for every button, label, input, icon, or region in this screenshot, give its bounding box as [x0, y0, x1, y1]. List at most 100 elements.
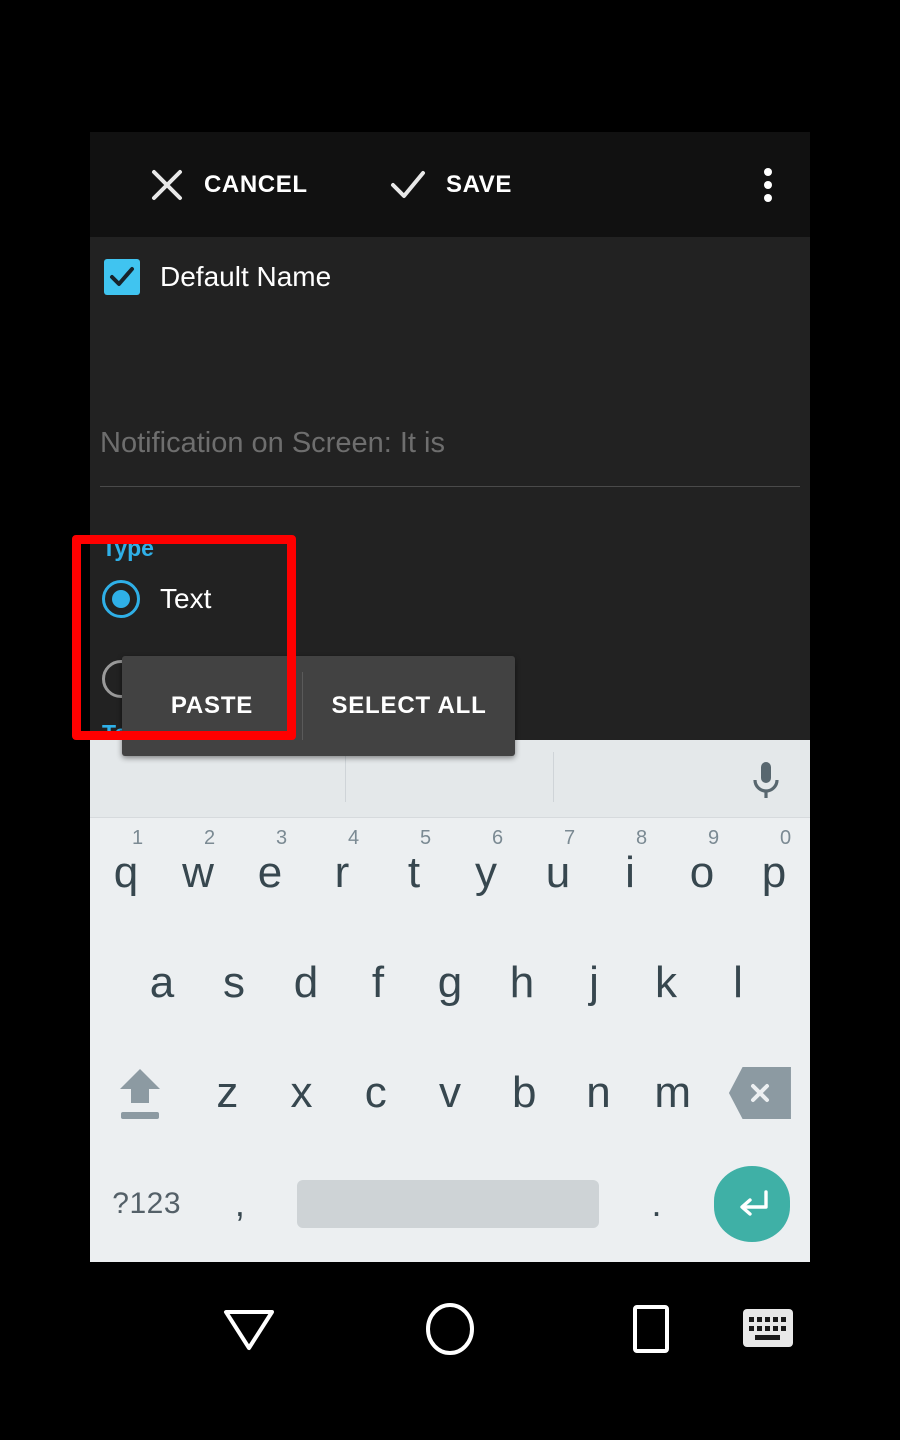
on-screen-keyboard: 1q 2w 3e 4r 5t 6y 7u 8i 9o 0p a s d f g …	[90, 740, 810, 1262]
key-hint: 9	[708, 827, 720, 849]
key-label: e	[257, 848, 283, 897]
home-circle-icon[interactable]	[420, 1302, 480, 1361]
key-z[interactable]: z	[190, 1038, 264, 1148]
suggestion-divider	[553, 752, 554, 802]
key-label: k	[655, 958, 677, 1007]
key-hint: 2	[204, 827, 216, 849]
key-f[interactable]: f	[342, 928, 414, 1038]
key-w[interactable]: 2w	[162, 818, 234, 928]
period-key[interactable]: .	[620, 1148, 693, 1260]
key-y[interactable]: 6y	[450, 818, 522, 928]
status-bar: LTE 5:30	[0, 70, 900, 194]
key-label: f	[371, 958, 385, 1007]
symbols-key[interactable]: ?123	[90, 1148, 203, 1260]
key-label: r	[334, 848, 350, 897]
key-label: j	[589, 958, 599, 1007]
key-i[interactable]: 8i	[594, 818, 666, 928]
key-label: m	[654, 1068, 692, 1117]
name-field[interactable]: Notification on Screen: It is	[100, 427, 800, 487]
enter-key[interactable]	[693, 1148, 810, 1260]
keyboard-row-3: z x c v b n m	[90, 1038, 810, 1148]
default-name-checkbox-row[interactable]: Default Name	[104, 259, 331, 295]
key-label: x	[290, 1068, 313, 1117]
radio-text-label: Text	[160, 583, 212, 614]
key-n[interactable]: n	[561, 1038, 635, 1148]
name-field-underline	[100, 486, 800, 487]
radio-text-indicator[interactable]	[102, 580, 140, 618]
key-label: u	[545, 848, 571, 897]
period-label: .	[651, 1183, 662, 1224]
key-t[interactable]: 5t	[378, 818, 450, 928]
key-hint: 6	[492, 827, 504, 849]
key-a[interactable]: a	[126, 928, 198, 1038]
key-m[interactable]: m	[636, 1038, 710, 1148]
backspace-delete-icon	[728, 1067, 791, 1119]
key-u[interactable]: 7u	[522, 818, 594, 928]
key-x[interactable]: x	[264, 1038, 338, 1148]
close-x-icon	[150, 168, 184, 202]
hide-keyboard-down-icon[interactable]	[218, 1302, 280, 1361]
select-all-button[interactable]: SELECT ALL	[303, 656, 515, 756]
key-label: g	[437, 958, 463, 1007]
keyboard-row-1: 1q 2w 3e 4r 5t 6y 7u 8i 9o 0p	[90, 818, 810, 928]
default-name-label: Default Name	[160, 261, 332, 292]
name-field-value: Notification on Screen: It is	[100, 427, 445, 459]
key-hint: 1	[132, 827, 144, 849]
checkmark-icon	[390, 168, 426, 202]
key-h[interactable]: h	[486, 928, 558, 1038]
recents-square-icon[interactable]	[622, 1302, 678, 1361]
key-p[interactable]: 0p	[738, 818, 810, 928]
text-context-menu: PASTE SELECT ALL	[122, 656, 515, 756]
cancel-label: CANCEL	[204, 170, 308, 198]
key-o[interactable]: 9o	[666, 818, 738, 928]
key-hint: 5	[420, 827, 432, 849]
comma-key[interactable]: ,	[203, 1148, 276, 1260]
default-name-checkbox[interactable]	[104, 259, 140, 295]
cancel-button[interactable]: CANCEL	[150, 132, 308, 237]
key-v[interactable]: v	[413, 1038, 487, 1148]
key-label: z	[216, 1068, 239, 1117]
system-navigation-bar	[0, 1262, 900, 1440]
more-vertical-icon[interactable]	[764, 168, 772, 202]
key-d[interactable]: d	[270, 928, 342, 1038]
radio-option-text[interactable]: Text	[102, 580, 211, 618]
key-label: d	[293, 958, 319, 1007]
shift-underline	[121, 1112, 160, 1119]
key-q[interactable]: 1q	[90, 818, 162, 928]
backspace-key[interactable]	[710, 1038, 810, 1148]
comma-label: ,	[234, 1183, 245, 1224]
key-k[interactable]: k	[630, 928, 702, 1038]
key-e[interactable]: 3e	[234, 818, 306, 928]
key-hint: 7	[564, 827, 576, 849]
keyboard-row-4: ?123 , .	[90, 1148, 810, 1260]
keyboard-icon	[742, 1308, 794, 1353]
key-label: v	[439, 1068, 462, 1117]
save-button[interactable]: SAVE	[390, 132, 512, 237]
key-label: o	[689, 848, 715, 897]
key-s[interactable]: s	[198, 928, 270, 1038]
space-key[interactable]	[276, 1148, 620, 1260]
key-r[interactable]: 4r	[306, 818, 378, 928]
key-label: l	[733, 958, 743, 1007]
microphone-icon[interactable]	[744, 756, 788, 804]
key-l[interactable]: l	[702, 928, 774, 1038]
save-label: SAVE	[446, 170, 512, 198]
action-toolbar: CANCEL SAVE	[90, 132, 810, 237]
shift-key[interactable]	[90, 1038, 190, 1148]
key-label: p	[761, 848, 787, 897]
key-label: n	[586, 1068, 611, 1117]
phone-screenshot: LTE 5:30	[0, 0, 900, 1440]
key-label: q	[113, 848, 139, 897]
key-b[interactable]: b	[487, 1038, 561, 1148]
key-label: c	[364, 1068, 387, 1117]
key-j[interactable]: j	[558, 928, 630, 1038]
paste-button[interactable]: PASTE	[122, 656, 302, 756]
keyboard-row-2: a s d f g h j k l	[90, 928, 810, 1038]
suggestion-divider	[345, 752, 346, 802]
key-g[interactable]: g	[414, 928, 486, 1038]
symbols-label: ?123	[112, 1187, 182, 1220]
key-c[interactable]: c	[339, 1038, 413, 1148]
key-label: i	[625, 848, 635, 897]
key-label: b	[512, 1068, 537, 1117]
key-label: t	[407, 848, 421, 897]
